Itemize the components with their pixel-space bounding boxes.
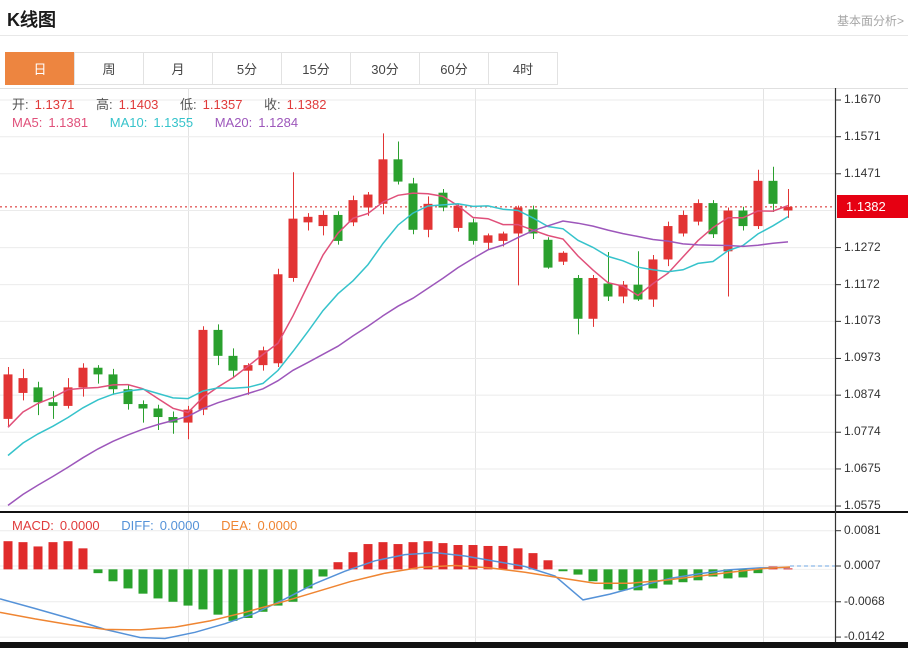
open-label: 开: bbox=[12, 97, 29, 112]
price-axis-label: 1.1471 bbox=[844, 166, 881, 180]
price-axis-label: 1.1670 bbox=[844, 92, 881, 106]
dea-label: DEA: bbox=[221, 518, 251, 533]
price-axis-label: 1.0575 bbox=[844, 498, 881, 512]
ohlc-legend: 开: 1.1371 高: 1.1403 低: 1.1357 收: 1.1382 bbox=[12, 94, 332, 113]
price-axis-label: 1.0675 bbox=[844, 461, 881, 475]
price-axis-label: 1.1073 bbox=[844, 313, 881, 327]
ma5-label: MA5: bbox=[12, 115, 42, 130]
current-price-badge: 1.1382 bbox=[837, 195, 908, 218]
close-value: 1.1382 bbox=[287, 97, 327, 112]
kline-page: K线图 基本面分析> 日 周 月 5分 15分 30分 60分 4时 开:1.1… bbox=[0, 0, 908, 648]
price-axis-label: 1.0774 bbox=[844, 424, 881, 438]
price-axis-label: 1.0874 bbox=[844, 387, 881, 401]
macd-label: MACD: bbox=[12, 518, 54, 533]
price-axis-label: 1.1272 bbox=[844, 240, 881, 254]
ma20-label: MA20: bbox=[215, 115, 253, 130]
price-axis-label: 1.1172 bbox=[844, 277, 880, 291]
ma-legend: MA5: 1.1381 MA10: 1.1355 MA20: 1.1284 bbox=[12, 115, 304, 130]
price-axis-label: 1.1571 bbox=[844, 129, 881, 143]
macd-axis-label: -0.0142 bbox=[844, 629, 885, 643]
open-value: 1.1371 bbox=[35, 97, 75, 112]
ma10-value: 1.1355 bbox=[153, 115, 193, 130]
close-label: 收: bbox=[264, 97, 281, 112]
low-value: 1.1357 bbox=[203, 97, 243, 112]
low-label: 低: bbox=[180, 97, 197, 112]
macd-legend: MACD: 0.0000 DIFF: 0.0000 DEA: 0.0000 bbox=[12, 518, 303, 533]
ma20-value: 1.1284 bbox=[258, 115, 298, 130]
dea-value: 0.0000 bbox=[258, 518, 298, 533]
macd-axis-label: 0.0007 bbox=[844, 558, 881, 572]
macd-axis-label: 0.0081 bbox=[844, 523, 881, 537]
macd-value: 0.0000 bbox=[60, 518, 100, 533]
macd-axis-label: -0.0068 bbox=[844, 594, 885, 608]
diff-label: DIFF: bbox=[121, 518, 154, 533]
high-value: 1.1403 bbox=[119, 97, 159, 112]
ma5-value: 1.1381 bbox=[48, 115, 88, 130]
ma10-label: MA10: bbox=[110, 115, 148, 130]
diff-value: 0.0000 bbox=[160, 518, 200, 533]
price-axis-label: 1.0973 bbox=[844, 350, 881, 364]
high-label: 高: bbox=[96, 97, 113, 112]
